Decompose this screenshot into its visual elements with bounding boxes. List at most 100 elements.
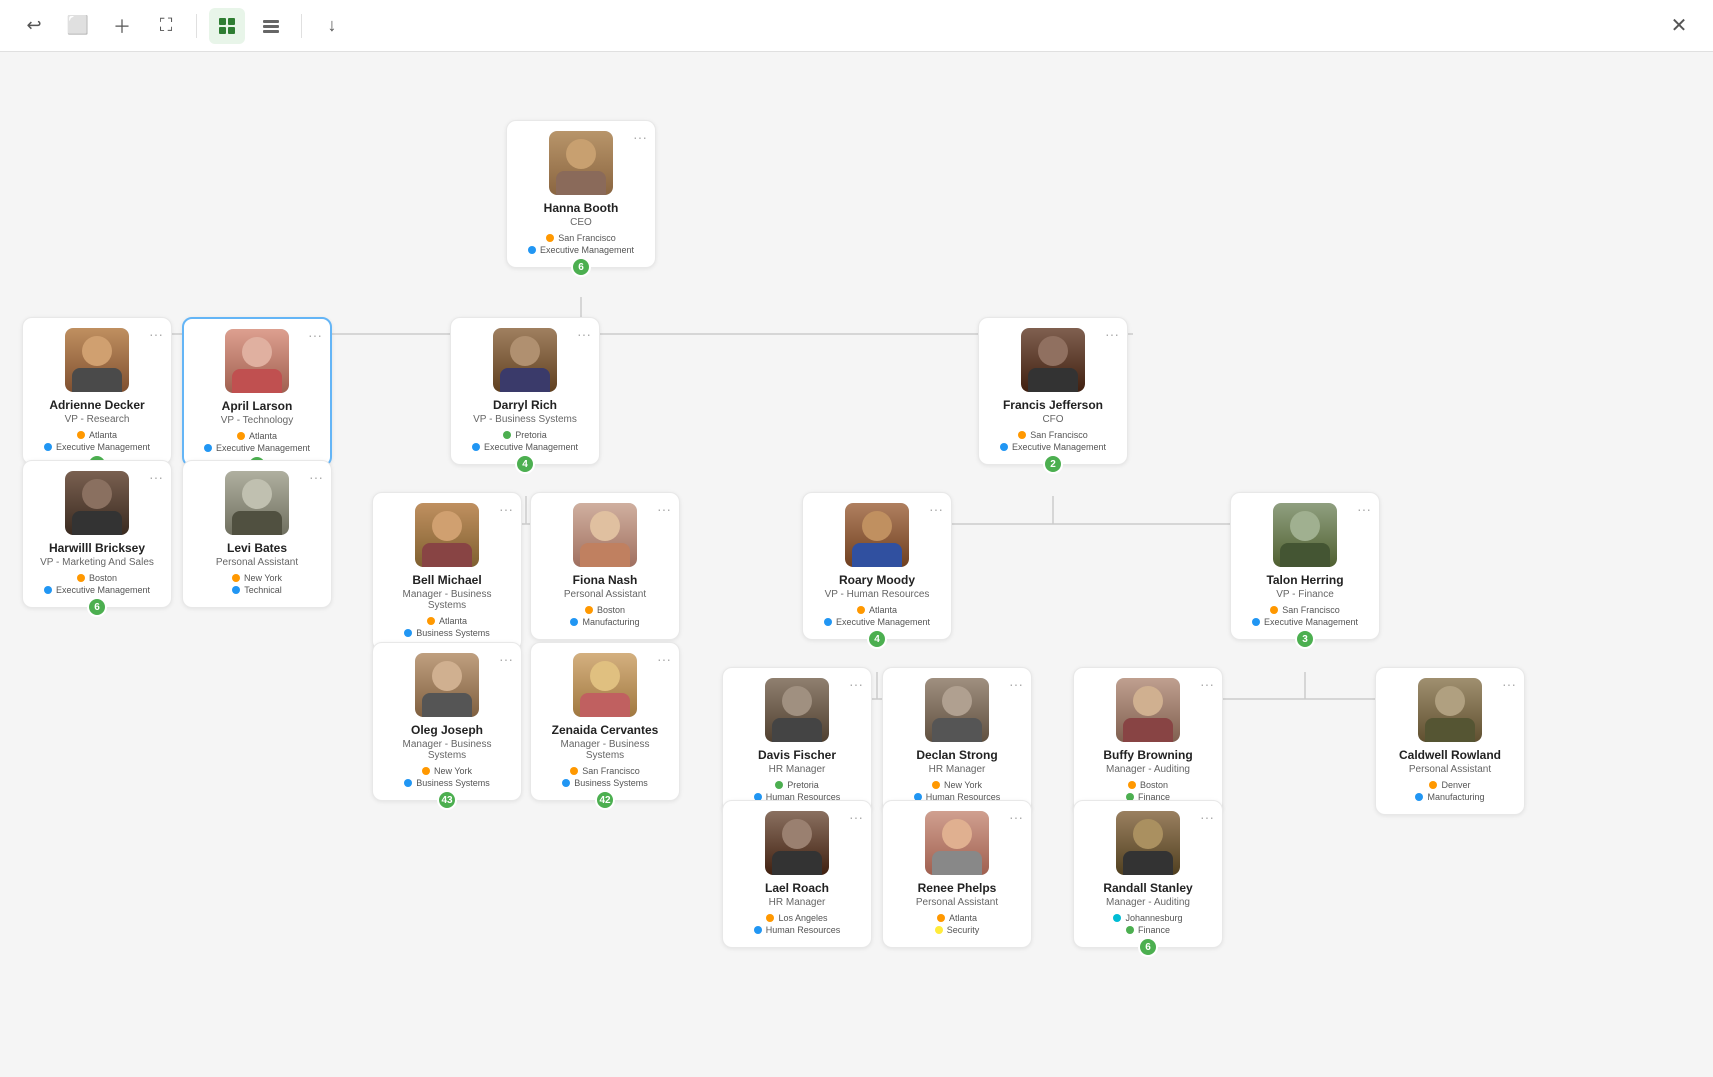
node-roary[interactable]: ··· Roary Moody VP - Human Resources Atl… [802,492,952,640]
title-talon: VP - Finance [1241,589,1369,600]
badge-zenaida[interactable]: 42 [595,790,615,810]
badge-oleg[interactable]: 43 [437,790,457,810]
name-zenaida: Zenaida Cervantes [541,723,669,737]
avatar-francis [1021,328,1085,392]
name-levi: Levi Bates [193,541,321,555]
title-davis: HR Manager [733,764,861,775]
badge-harwilll[interactable]: 6 [87,597,107,617]
dot-14 [570,618,578,626]
node-declan[interactable]: ··· Declan Strong HR Manager New York Hu… [882,667,1032,815]
dot-15 [422,767,430,775]
badge-hanna[interactable]: 6 [571,257,591,277]
name-roary: Roary Moody [813,573,941,587]
avatar-darryl [493,328,557,392]
node-levi[interactable]: ··· Levi Bates Personal Assistant New Yo… [182,460,332,608]
node-menu-harwilll[interactable]: ··· [149,469,163,485]
name-talon: Talon Herring [1241,573,1369,587]
name-hanna: Hanna Booth [517,201,645,215]
node-menu-declan[interactable]: ··· [1009,676,1023,692]
close-button[interactable]: ✕ [1661,8,1697,44]
dot-13 [585,606,593,614]
node-oleg[interactable]: ··· Oleg Joseph Manager - Business Syste… [372,642,522,801]
avatar-roary [845,503,909,567]
node-talon[interactable]: ··· Talon Herring VP - Finance San Franc… [1230,492,1380,640]
title-hanna: CEO [517,217,645,228]
name-renee: Renee Phelps [893,881,1021,895]
avatar-levi [225,471,289,535]
node-darryl[interactable]: ··· Darryl Rich VP - Business Systems Pr… [450,317,600,465]
node-randall[interactable]: ··· Randall Stanley Manager - Auditing J… [1073,800,1223,948]
node-adrienne[interactable]: ··· Adrienne Decker VP - Research Atlant… [22,317,172,465]
view-list-button[interactable] [253,8,289,44]
node-menu-buffy[interactable]: ··· [1200,676,1214,692]
download-button[interactable]: ↓ [314,8,350,44]
node-menu-oleg[interactable]: ··· [499,651,513,667]
name-francis: Francis Jefferson [989,398,1117,412]
dot-31 [937,914,945,922]
dot-6 [204,444,212,452]
node-menu-april[interactable]: ··· [308,327,322,343]
node-menu-adrienne[interactable]: ··· [149,326,163,342]
avatar-randall [1116,811,1180,875]
node-menu-roary[interactable]: ··· [929,501,943,517]
node-renee[interactable]: ··· Renee Phelps Personal Assistant Atla… [882,800,1032,948]
dot-3 [77,574,85,582]
node-bell[interactable]: ··· Bell Michael Manager - Business Syst… [372,492,522,651]
node-menu-levi[interactable]: ··· [309,469,323,485]
expand-button[interactable]: ⛶ [148,8,184,44]
title-buffy: Manager - Auditing [1084,764,1212,775]
node-fiona[interactable]: ··· Fiona Nash Personal Assistant Boston… [530,492,680,640]
node-menu-darryl[interactable]: ··· [577,326,591,342]
title-harwilll: VP - Marketing And Sales [33,557,161,568]
node-menu-davis[interactable]: ··· [849,676,863,692]
node-menu-lael[interactable]: ··· [849,809,863,825]
undo-button[interactable]: ↩ [16,8,52,44]
node-menu-randall[interactable]: ··· [1200,809,1214,825]
node-menu-zenaida[interactable]: ··· [657,651,671,667]
dot-2 [44,443,52,451]
node-menu-francis[interactable]: ··· [1105,326,1119,342]
add-button[interactable]: ＋ [104,8,140,44]
node-davis[interactable]: ··· Davis Fischer HR Manager Pretoria Hu… [722,667,872,815]
title-lael: HR Manager [733,897,861,908]
node-menu-hanna[interactable]: ··· [633,129,647,145]
node-lael[interactable]: ··· Lael Roach HR Manager Los Angeles Hu… [722,800,872,948]
org-chart-canvas: ··· Hanna Booth CEO San Francisco Execut… [0,52,1713,1025]
dot-8 [232,586,240,594]
node-caldwell[interactable]: ··· Caldwell Rowland Personal Assistant … [1375,667,1525,815]
node-menu-talon[interactable]: ··· [1357,501,1371,517]
dot-12 [404,629,412,637]
badge-randall[interactable]: 6 [1138,937,1158,957]
meta-dept-hanna: Executive Management [517,245,645,255]
name-davis: Davis Fischer [733,748,861,762]
node-menu-renee[interactable]: ··· [1009,809,1023,825]
node-buffy[interactable]: ··· Buffy Browning Manager - Auditing Bo… [1073,667,1223,815]
node-francis[interactable]: ··· Francis Jefferson CFO San Francisco … [978,317,1128,465]
dot-33 [1128,781,1136,789]
dot-22 [824,618,832,626]
badge-francis[interactable]: 2 [1043,454,1063,474]
badge-darryl[interactable]: 4 [515,454,535,474]
node-menu-bell[interactable]: ··· [499,501,513,517]
badge-roary[interactable]: 4 [867,629,887,649]
dot-27 [932,781,940,789]
title-bell: Manager - Business Systems [383,589,511,611]
node-hanna[interactable]: ··· Hanna Booth CEO San Francisco Execut… [506,120,656,268]
avatar-fiona [573,503,637,567]
dot-4 [44,586,52,594]
avatar-caldwell [1418,678,1482,742]
node-menu-caldwell[interactable]: ··· [1502,676,1516,692]
badge-talon[interactable]: 3 [1295,629,1315,649]
view-grid-button[interactable] [209,8,245,44]
node-zenaida[interactable]: ··· Zenaida Cervantes Manager - Business… [530,642,680,801]
title-caldwell: Personal Assistant [1386,764,1514,775]
meta-loc-hanna: San Francisco [517,233,645,243]
avatar-declan [925,678,989,742]
screenshot-button[interactable]: ⬜ [60,8,96,44]
avatar-hanna [549,131,613,195]
title-april: VP - Technology [194,415,320,426]
dot-18 [562,779,570,787]
node-harwilll[interactable]: ··· Harwilll Bricksey VP - Marketing And… [22,460,172,608]
node-april[interactable]: ··· April Larson VP - Technology Atlanta… [182,317,332,467]
node-menu-fiona[interactable]: ··· [657,501,671,517]
